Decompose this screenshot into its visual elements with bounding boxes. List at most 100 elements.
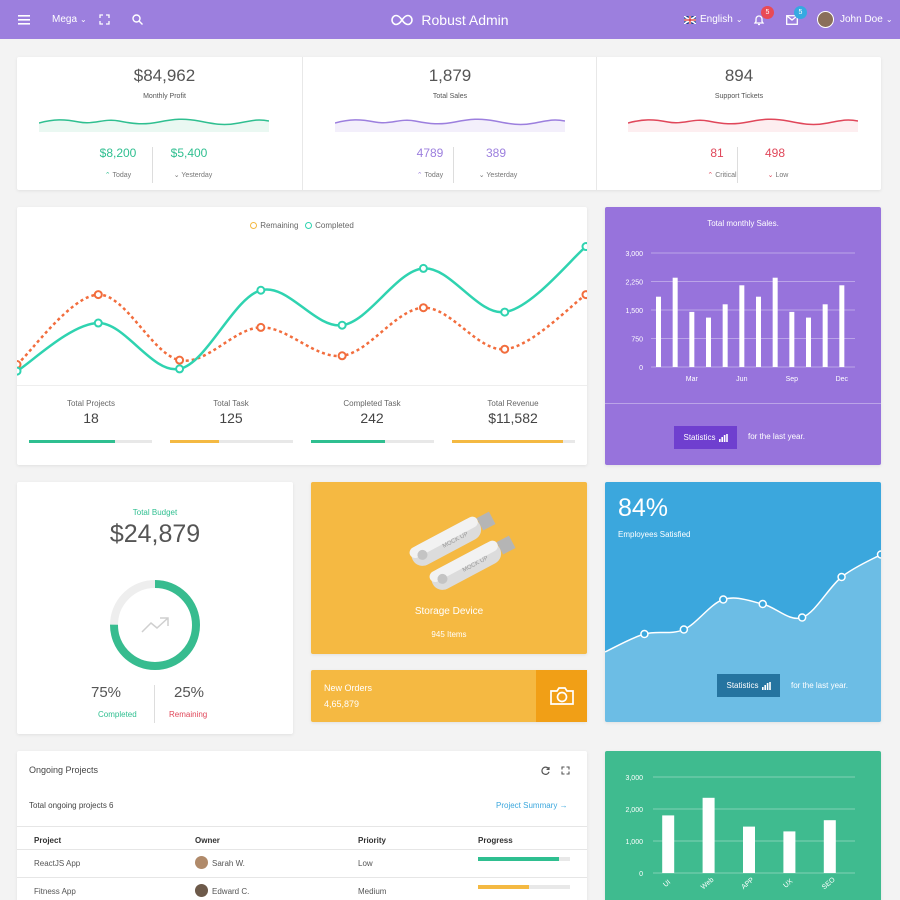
bar-chart-icon [761,681,771,690]
arrow-right-icon: → [559,801,568,810]
completed-label: Completed [98,710,137,719]
today-value: $8,200 [99,146,137,160]
project-summary-link[interactable]: Project Summary → [496,801,568,810]
refresh-icon[interactable] [541,766,550,775]
project-name: Fitness App [34,887,76,896]
y-tick-label: 1,000 [625,839,643,846]
owner-cell: Sarah W. [195,856,245,869]
statistics-button[interactable]: Statistics [717,674,780,697]
data-point [876,550,881,559]
kpi-value: $11,582 [488,410,538,426]
stat-value: $84,962 [133,66,196,85]
yesterday-label: ⌄ Yesterday [173,172,213,179]
progress-fill [478,857,559,861]
bar [789,311,795,367]
orders-value: 4,65,879 [324,699,360,709]
projects-line-chart [17,242,587,376]
profit-sparkline [39,118,269,132]
sales-sparkline [335,118,565,132]
data-point [256,285,266,295]
kpi-value: 242 [360,410,384,426]
statistics-button-label: Statistics [726,681,759,690]
data-point [337,351,347,361]
camera-icon [549,687,574,705]
statistics-button[interactable]: Statistics [674,426,737,449]
bar [706,317,711,367]
progress-bar [478,885,570,889]
remaining-pct: 25% [174,684,205,701]
language-label: English [700,14,733,25]
messages-button[interactable] [786,0,798,39]
priority-cell: Medium [358,887,387,896]
bar [783,831,796,873]
progress-bar [478,857,570,861]
kpi-progress-bar [170,440,293,443]
notifications-button[interactable] [753,0,765,39]
language-selector[interactable]: English ⌄ [684,0,743,39]
bar [722,304,728,367]
remaining-label: Remaining [169,710,208,719]
yesterday-value: 389 [485,146,507,160]
x-tick-label: Dec [836,376,849,383]
priority-cell: Low [358,859,373,868]
column-header: Priority [358,836,387,845]
data-point [581,290,587,300]
ongoing-projects-card: Ongoing Projects Total ongoing projects … [17,751,587,900]
chevron-down-icon: ⌄ [173,172,180,179]
camera-button[interactable] [536,670,587,722]
chevron-down-icon: ⌄ [767,172,774,179]
y-tick-label: 1,500 [625,308,643,315]
storage-device-card[interactable]: MOCK UP MOCK UP Storage Device 945 Items [311,482,587,654]
statistics-note: for the last year. [791,681,848,690]
x-tick-label: UI [662,879,672,889]
kpi-completed-task: Completed Task 242 [302,399,442,426]
stat-label: Support Tickets [714,93,764,100]
storage-items: 945 Items [431,630,467,639]
ongoing-title: Ongoing Projects [29,765,99,775]
data-point [93,290,103,300]
legend-dot-remaining [250,222,258,229]
budget-card: Total Budget $24,879 75% Completed 25% R… [17,482,293,734]
bar [806,317,811,367]
column-header: Project [34,836,62,845]
kpi-progress-bar [452,440,575,443]
stat-value: 1,879 [428,66,472,85]
user-avatar [817,11,834,28]
data-point [93,318,103,328]
kpi-label: Total Task [213,399,249,408]
brand-name: Robust Admin [421,11,509,28]
new-orders-card[interactable]: New Orders 4,65,879 [311,670,587,722]
column-header: Progress [478,836,513,845]
kpi-label: Completed Task [343,399,401,408]
kpi-label: Total Projects [66,399,116,408]
data-point [256,322,266,332]
bar [839,285,845,367]
table-row[interactable]: ReactJS App Sarah W. Low [17,849,587,877]
kpi-progress-bar [29,440,152,443]
data-point [797,613,807,622]
expand-icon[interactable] [561,766,570,775]
x-tick-label: Mar [686,376,699,383]
storage-title: Storage Device [414,606,484,617]
usb-drive-image: MOCK UP MOCK UP [409,511,516,590]
messages-badge: 5 [794,6,807,19]
stat-value: 894 [724,66,754,85]
y-tick-label: 0 [639,365,643,372]
data-point [679,625,689,634]
completed-pct: 75% [91,684,122,701]
column-header: Owner [195,836,220,845]
monthly-sales-card: Total monthly Sales. 0 750 1,500 2,250 3,000… [605,207,881,465]
monthly-profit-stat: $84,962 Monthly Profit $8,200 ⌃ Today $5… [17,57,312,190]
projects-chart-card: Remaining Completed Total Projects 18 Tot… [17,207,587,465]
kpi-total-projects: Total Projects 18 [21,399,161,426]
table-row[interactable]: Fitness App Edward C. Medium [17,877,587,900]
bar [743,826,755,873]
bar [672,277,678,367]
tickets-sparkline [628,118,858,132]
user-menu[interactable]: John Doe ⌄ [817,0,893,39]
bar [702,797,715,873]
bar [822,304,828,367]
x-tick-label: SEO [821,876,837,891]
bar [756,296,761,367]
data-point [175,355,185,365]
